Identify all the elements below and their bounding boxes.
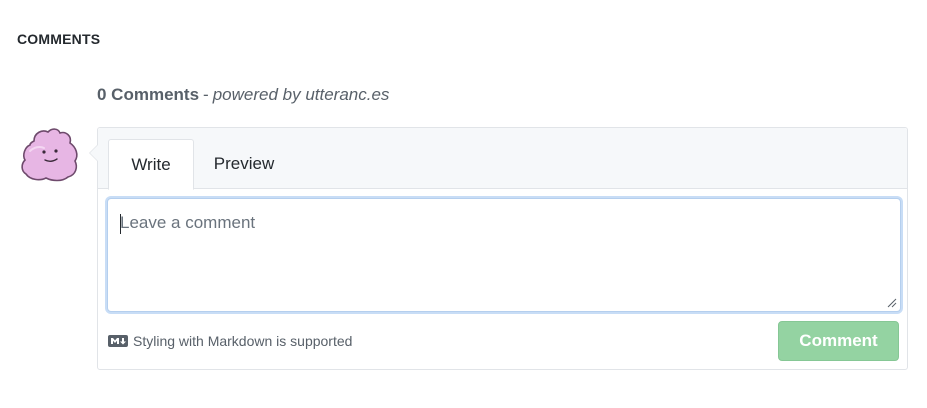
- markdown-note-text: Styling with Markdown is supported: [133, 333, 353, 349]
- comment-form: Write Preview Styling with Markdown is s…: [89, 127, 908, 370]
- text-caret: [120, 214, 121, 234]
- section-title: COMMENTS: [17, 31, 101, 47]
- tab-write[interactable]: Write: [108, 139, 194, 190]
- comment-count: 0 Comments: [97, 85, 200, 104]
- comments-header: 0 Comments - powered by utteranc.es: [97, 85, 389, 105]
- header-separator: -: [203, 85, 209, 104]
- resize-grip-icon[interactable]: [887, 298, 897, 308]
- tab-preview[interactable]: Preview: [202, 139, 286, 189]
- comment-submit-button[interactable]: Comment: [778, 321, 899, 361]
- editor-tabs: Write Preview: [98, 128, 907, 190]
- comment-textarea[interactable]: [108, 199, 900, 311]
- powered-by-link[interactable]: powered by utteranc.es: [213, 85, 390, 104]
- markdown-note[interactable]: Styling with Markdown is supported: [108, 333, 352, 349]
- ditto-avatar-icon[interactable]: [20, 127, 80, 183]
- comment-input-wrapper: [107, 198, 901, 312]
- markdown-icon: [108, 335, 128, 347]
